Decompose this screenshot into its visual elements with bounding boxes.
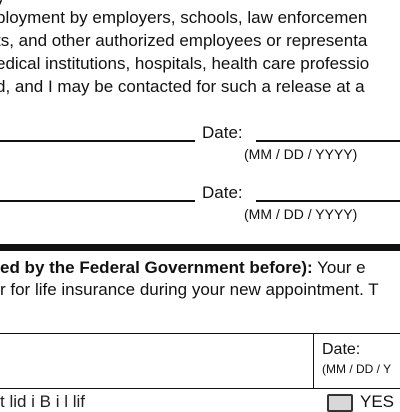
yes-label: YES xyxy=(360,392,395,411)
paragraph-line-0: y xyxy=(0,0,5,8)
bottom-row-text: t lid i B i l lif xyxy=(0,392,86,411)
signature-line-1[interactable] xyxy=(0,140,195,142)
date-format-hint-1: (MM / DD / YYYY) xyxy=(244,146,358,162)
date-format-hint-3: (MM / DD / Y xyxy=(322,362,392,376)
paragraph-line-3: edical institutions, hospitals, health c… xyxy=(0,54,370,73)
federal-heading-bold: ed by the Federal Government before): xyxy=(0,258,313,277)
date-label-2: Date: xyxy=(202,183,243,202)
signature-cell[interactable] xyxy=(0,334,313,387)
paragraph-line-2: ts, and other authorized employees or re… xyxy=(0,31,368,50)
yes-checkbox[interactable] xyxy=(327,394,353,412)
signature-line-2[interactable] xyxy=(0,200,195,202)
date-field-1[interactable] xyxy=(256,140,400,142)
date-label-3: Date: xyxy=(322,341,361,358)
paragraph-line-1: ployment by employers, schools, law enfo… xyxy=(0,8,368,27)
paragraph-line-4: d, and I may be contacted for such a rel… xyxy=(0,77,365,96)
row-cell-divider xyxy=(313,333,314,388)
date-field-2[interactable] xyxy=(256,200,400,202)
federal-heading-rest: Your e xyxy=(312,258,366,277)
federal-section-line-2: r for life insurance during your new app… xyxy=(0,280,379,299)
federal-section-heading: ed by the Federal Government before): Yo… xyxy=(0,258,366,278)
date-label-1: Date: xyxy=(202,123,243,142)
date-format-hint-2: (MM / DD / YYYY) xyxy=(244,206,358,222)
section-divider xyxy=(0,244,400,251)
row-bottom-border xyxy=(0,388,400,389)
